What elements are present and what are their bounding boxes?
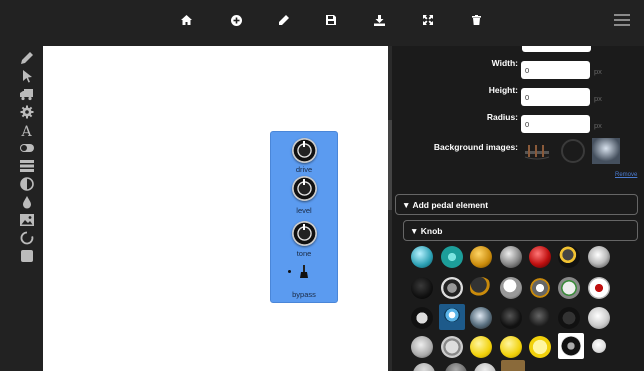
- add-pedal-element-header[interactable]: ▼ Add pedal element: [395, 194, 638, 215]
- circle-icon[interactable]: [19, 230, 35, 246]
- radius-unit: px: [594, 121, 602, 130]
- tone-knob[interactable]: [292, 221, 317, 246]
- knob-label: tone: [296, 249, 312, 258]
- knob-option[interactable]: [529, 307, 551, 329]
- knob-option[interactable]: [470, 246, 492, 268]
- knob-option[interactable]: [441, 336, 463, 358]
- width-unit: px: [594, 67, 602, 76]
- knob-option[interactable]: [558, 277, 580, 299]
- pencil-icon[interactable]: [277, 13, 291, 27]
- knob-option[interactable]: [470, 307, 492, 329]
- level-knob[interactable]: [292, 176, 317, 201]
- add-circle-icon[interactable]: [229, 13, 243, 27]
- droplet-icon[interactable]: [19, 194, 35, 210]
- knob-option[interactable]: [441, 246, 463, 268]
- bg-image-option[interactable]: [523, 137, 551, 165]
- knob-label: drive: [295, 165, 313, 174]
- gear-icon[interactable]: [19, 104, 35, 120]
- remove-link[interactable]: Remove: [615, 172, 637, 178]
- width-input[interactable]: 0: [521, 61, 590, 79]
- knob-option[interactable]: [411, 246, 433, 268]
- height-unit: px: [594, 94, 602, 103]
- svg-text:A: A: [21, 124, 33, 137]
- square-icon[interactable]: [19, 248, 35, 264]
- knob-option[interactable]: [558, 246, 580, 268]
- knob-option[interactable]: [500, 307, 522, 329]
- pedal-body[interactable]: drive level tone bypass: [270, 131, 338, 303]
- left-tool-bar: A: [0, 46, 43, 371]
- knob-section-header[interactable]: ▼ Knob: [403, 220, 638, 241]
- knob-option[interactable]: [529, 277, 551, 299]
- knob-option[interactable]: [500, 277, 522, 299]
- knob-option[interactable]: [411, 336, 433, 358]
- bg-image-option[interactable]: [559, 137, 587, 165]
- top-toolbar: [0, 0, 644, 46]
- home-icon[interactable]: [179, 13, 193, 27]
- knob-option[interactable]: [500, 336, 522, 358]
- trash-icon[interactable]: [469, 13, 483, 27]
- image-icon[interactable]: [19, 212, 35, 228]
- menu-icon[interactable]: [614, 14, 630, 26]
- knob-option[interactable]: [588, 307, 610, 329]
- height-input[interactable]: 0: [521, 88, 590, 106]
- bypass-switch[interactable]: [300, 265, 308, 278]
- background-images-label: Background images:: [433, 142, 518, 152]
- pencil-icon[interactable]: [19, 50, 35, 66]
- knob-option[interactable]: [529, 336, 551, 358]
- knob-option[interactable]: [592, 339, 606, 353]
- knob-option[interactable]: [411, 277, 433, 299]
- status-led: [288, 270, 291, 273]
- download-icon[interactable]: [372, 13, 386, 27]
- fullscreen-icon[interactable]: [421, 13, 435, 27]
- knob-option[interactable]: [474, 363, 496, 371]
- knob-option[interactable]: [588, 277, 610, 299]
- knob-option-selected[interactable]: [439, 304, 465, 330]
- toggle-icon[interactable]: [19, 140, 35, 156]
- add-pedal-element-label: ▼ Add pedal element: [402, 200, 489, 210]
- knob-option[interactable]: [558, 333, 584, 359]
- radius-label: Radius:: [486, 112, 518, 122]
- knob-option[interactable]: [411, 307, 433, 329]
- app-root: A drive level tone bypass Width: 0 px He…: [0, 0, 644, 371]
- switch-label: bypass: [292, 290, 316, 299]
- knob-palette: [409, 243, 639, 371]
- knob-label: level: [296, 206, 312, 215]
- knob-option[interactable]: [501, 360, 525, 371]
- radius-input[interactable]: 0: [521, 115, 590, 133]
- knob-option[interactable]: [413, 363, 435, 371]
- top-field-edge[interactable]: [522, 46, 591, 52]
- knob-option[interactable]: [588, 246, 610, 268]
- knob-option[interactable]: [500, 246, 522, 268]
- text-icon[interactable]: A: [19, 122, 35, 138]
- cursor-icon[interactable]: [19, 68, 35, 84]
- knob-option[interactable]: [470, 277, 492, 299]
- contrast-icon[interactable]: [19, 176, 35, 192]
- knob-option[interactable]: [529, 246, 551, 268]
- knob-option[interactable]: [558, 307, 580, 329]
- width-label: Width:: [491, 58, 518, 68]
- knob-option[interactable]: [445, 363, 467, 371]
- knob-option[interactable]: [470, 336, 492, 358]
- height-label: Height:: [488, 85, 518, 95]
- truck-icon[interactable]: [19, 86, 35, 102]
- bg-image-option[interactable]: [592, 137, 620, 165]
- stack-icon[interactable]: [19, 158, 35, 174]
- knob-option[interactable]: [441, 277, 463, 299]
- save-icon[interactable]: [324, 13, 338, 27]
- drive-knob[interactable]: [292, 138, 317, 163]
- knob-section-label: ▼ Knob: [410, 226, 443, 236]
